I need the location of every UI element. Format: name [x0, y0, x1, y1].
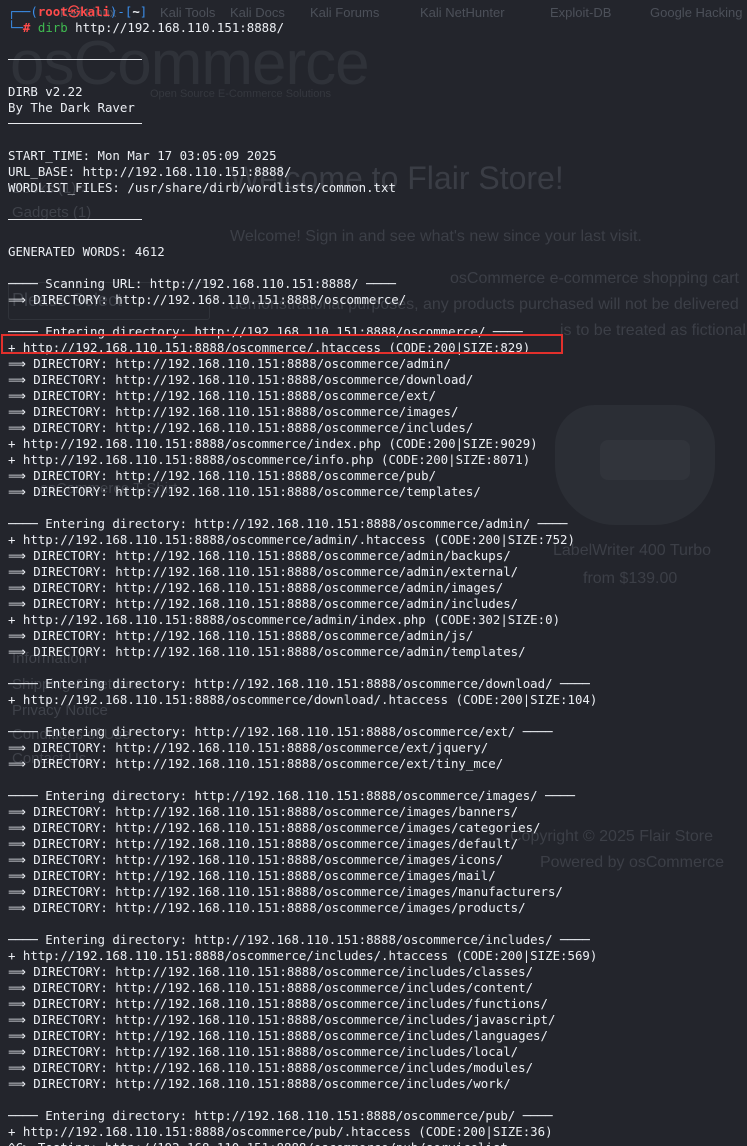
- output-line: WORDLIST_FILES: /usr/share/dirb/wordlist…: [8, 180, 396, 195]
- terminal-output: ┌──(root㉿kali)-[~] └─# dirb http://192.1…: [8, 4, 597, 1146]
- output-line: GENERATED WORDS: 4612: [8, 244, 165, 259]
- output-line: ⟹ DIRECTORY: http://192.168.110.151:8888…: [8, 388, 437, 403]
- prompt-hash: #: [22, 20, 31, 35]
- output-line: ⟹ DIRECTORY: http://192.168.110.151:8888…: [8, 964, 534, 979]
- output-line: ⟹ DIRECTORY: http://192.168.110.151:8888…: [8, 1076, 511, 1091]
- prompt-bracket: ]: [139, 4, 148, 19]
- output-line: + http://192.168.110.151:8888/oscommerce…: [8, 692, 598, 707]
- prompt-bracket: )-[: [109, 4, 133, 19]
- output-line: ⟹ DIRECTORY: http://192.168.110.151:8888…: [8, 852, 504, 867]
- ghost-tab: Google Hacking: [650, 5, 743, 20]
- output-line: ⟹ DIRECTORY: http://192.168.110.151:8888…: [8, 740, 489, 755]
- prompt-cwd: ~: [132, 4, 140, 19]
- output-line: ──── Entering directory: http://192.168.…: [8, 516, 568, 531]
- command-name: dirb: [37, 20, 68, 35]
- prompt-skull-icon: ㉿: [67, 4, 81, 19]
- separator-rule: [8, 212, 597, 228]
- output-line: + http://192.168.110.151:8888/oscommerce…: [8, 948, 598, 963]
- prompt-host: kali: [80, 4, 110, 19]
- output-line: ⟹ DIRECTORY: http://192.168.110.151:8888…: [8, 564, 519, 579]
- output-line: By The Dark Raver: [8, 100, 135, 115]
- output-line: ⟹ DIRECTORY: http://192.168.110.151:8888…: [8, 804, 519, 819]
- output-line: ⟹ DIRECTORY: http://192.168.110.151:8888…: [8, 836, 519, 851]
- output-line: + http://192.168.110.151:8888/oscommerce…: [8, 1124, 553, 1139]
- prompt-bracket: ┌──(: [8, 4, 38, 19]
- admin-directory-highlight-box: [1, 334, 563, 354]
- output-line: ⟹ DIRECTORY: http://192.168.110.151:8888…: [8, 548, 511, 563]
- output-line: ⟹ DIRECTORY: http://192.168.110.151:8888…: [8, 484, 481, 499]
- output-line: ⟹ DIRECTORY: http://192.168.110.151:8888…: [8, 756, 504, 771]
- output-line: ⟹ DIRECTORY: http://192.168.110.151:8888…: [8, 996, 548, 1011]
- output-line: ⟹ DIRECTORY: http://192.168.110.151:8888…: [8, 404, 459, 419]
- output-line: ^C> Testing: http://192.168.110.151:8888…: [8, 1140, 597, 1146]
- output-line: START_TIME: Mon Mar 17 03:05:09 2025: [8, 148, 277, 163]
- separator-rule: [8, 116, 597, 132]
- output-line: ⟹ DIRECTORY: http://192.168.110.151:8888…: [8, 580, 504, 595]
- prompt-user: root: [37, 4, 68, 19]
- prompt-line: ┌──(root㉿kali)-[~]: [8, 4, 597, 20]
- output-line: ⟹ DIRECTORY: http://192.168.110.151:8888…: [8, 884, 563, 899]
- output-line: ⟹ DIRECTORY: http://192.168.110.151:8888…: [8, 980, 534, 995]
- output-line: ──── Entering directory: http://192.168.…: [8, 724, 553, 739]
- output-line: ⟹ DIRECTORY: http://192.168.110.151:8888…: [8, 596, 519, 611]
- command-line[interactable]: └─# dirb http://192.168.110.151:8888/: [8, 20, 597, 36]
- output-line: ⟹ DIRECTORY: http://192.168.110.151:8888…: [8, 900, 526, 915]
- output-line: ──── Entering directory: http://192.168.…: [8, 788, 575, 803]
- output-line: ⟹ DIRECTORY: http://192.168.110.151:8888…: [8, 820, 541, 835]
- output-line: ⟹ DIRECTORY: http://192.168.110.151:8888…: [8, 292, 407, 307]
- output-line: ──── Entering directory: http://192.168.…: [8, 676, 590, 691]
- output-line: ⟹ DIRECTORY: http://192.168.110.151:8888…: [8, 1060, 534, 1075]
- output-line: + http://192.168.110.151:8888/oscommerce…: [8, 612, 561, 627]
- output-line: URL_BASE: http://192.168.110.151:8888/: [8, 164, 292, 179]
- output-line: ⟹ DIRECTORY: http://192.168.110.151:8888…: [8, 644, 526, 659]
- output-line: DIRB v2.22: [8, 84, 83, 99]
- terminal-window[interactable]: Kali Linux Kali Tools Kali Docs Kali For…: [0, 0, 747, 1146]
- prompt-bracket: └─: [8, 20, 23, 35]
- output-line: + http://192.168.110.151:8888/oscommerce…: [8, 532, 575, 547]
- output-line: ──── Scanning URL: http://192.168.110.15…: [8, 276, 396, 291]
- output-line: ⟹ DIRECTORY: http://192.168.110.151:8888…: [8, 356, 451, 371]
- output-line: ⟹ DIRECTORY: http://192.168.110.151:8888…: [8, 468, 437, 483]
- output-line: + http://192.168.110.151:8888/oscommerce…: [8, 452, 531, 467]
- separator-rule: [8, 52, 597, 68]
- output-line: ⟹ DIRECTORY: http://192.168.110.151:8888…: [8, 1028, 548, 1043]
- output-line: ⟹ DIRECTORY: http://192.168.110.151:8888…: [8, 628, 474, 643]
- command-argument: http://192.168.110.151:8888/: [75, 20, 285, 35]
- output-line: ⟹ DIRECTORY: http://192.168.110.151:8888…: [8, 1012, 556, 1027]
- output-block: DIRB v2.22 By The Dark Raver START_TIME: M…: [8, 36, 597, 1146]
- output-line: + http://192.168.110.151:8888/oscommerce…: [8, 436, 538, 451]
- output-line: ⟹ DIRECTORY: http://192.168.110.151:8888…: [8, 420, 474, 435]
- output-line: ──── Entering directory: http://192.168.…: [8, 932, 590, 947]
- output-line: ⟹ DIRECTORY: http://192.168.110.151:8888…: [8, 868, 496, 883]
- output-line: ⟹ DIRECTORY: http://192.168.110.151:8888…: [8, 372, 474, 387]
- ghost-product-image: [600, 440, 690, 480]
- output-line: ⟹ DIRECTORY: http://192.168.110.151:8888…: [8, 1044, 519, 1059]
- output-line: ──── Entering directory: http://192.168.…: [8, 1108, 553, 1123]
